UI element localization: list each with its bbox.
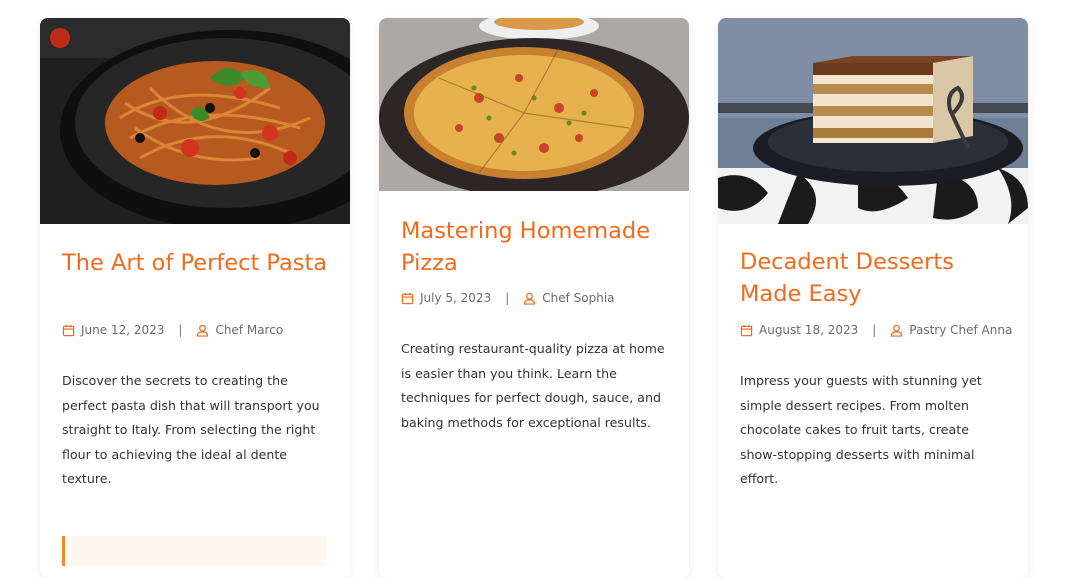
pasta-image[interactable] xyxy=(40,18,350,224)
post-meta: August 18, 2023 | Pastry Chef Anna xyxy=(740,322,1012,338)
post-author[interactable]: Chef Sophia xyxy=(542,291,614,305)
post-date: August 18, 2023 xyxy=(759,323,859,337)
meta-separator: | xyxy=(178,323,183,337)
post-title[interactable]: The Art of Perfect Pasta xyxy=(62,247,332,279)
user-icon xyxy=(890,324,903,337)
post-date: June 12, 2023 xyxy=(81,323,165,337)
post-author[interactable]: Chef Marco xyxy=(215,323,283,337)
post-meta: July 5, 2023 | Chef Sophia xyxy=(401,290,615,306)
post-title[interactable]: Mastering Homemade Pizza xyxy=(401,215,671,279)
tiramisu-image[interactable] xyxy=(718,18,1028,224)
blog-card-desserts[interactable]: Decadent Desserts Made Easy August 18, 2… xyxy=(718,18,1028,578)
quote-block xyxy=(62,536,327,566)
pizza-image[interactable] xyxy=(379,18,689,191)
post-title[interactable]: Decadent Desserts Made Easy xyxy=(740,246,1010,310)
post-meta: June 12, 2023 | Chef Marco xyxy=(62,322,283,338)
post-author[interactable]: Pastry Chef Anna xyxy=(909,323,1012,337)
meta-separator: | xyxy=(505,291,510,305)
user-icon xyxy=(523,292,536,305)
calendar-icon xyxy=(401,292,414,305)
user-icon xyxy=(196,324,209,337)
post-excerpt: Creating restaurant-quality pizza at hom… xyxy=(401,341,665,430)
post-date: July 5, 2023 xyxy=(420,291,492,305)
blog-card-pizza[interactable]: Mastering Homemade Pizza July 5, 2023 | … xyxy=(379,18,689,578)
meta-separator: | xyxy=(872,323,877,337)
calendar-icon xyxy=(62,324,75,337)
post-excerpt: Discover the secrets to creating the per… xyxy=(62,373,320,486)
blog-card-pasta[interactable]: The Art of Perfect Pasta June 12, 2023 |… xyxy=(40,18,350,578)
post-excerpt: Impress your guests with stunning yet si… xyxy=(740,373,982,486)
calendar-icon xyxy=(740,324,753,337)
